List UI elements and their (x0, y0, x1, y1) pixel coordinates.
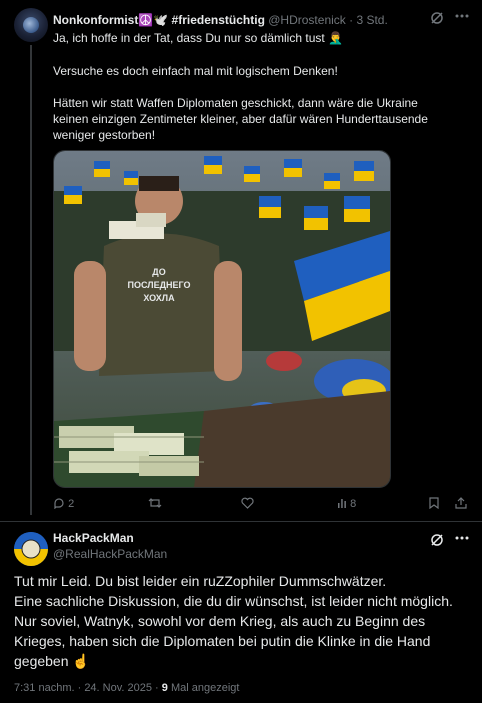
shirt-text-line: ХОХЛА (143, 293, 175, 303)
views-count: 8 (350, 498, 357, 510)
views-icon (338, 499, 346, 508)
reply-views-number: 9 (161, 682, 168, 694)
reply-button[interactable]: 2 (53, 497, 74, 510)
reply-line: Tut mir Leid. Du bist leider ein ruZZoph… (14, 573, 387, 589)
reply-count: 2 (68, 498, 75, 510)
grok-icon[interactable] (430, 11, 444, 28)
reply-author-handle[interactable]: @RealHackPackMan (53, 547, 167, 561)
avatar[interactable] (14, 532, 48, 566)
reply-timestamp[interactable]: 7:31 nachm. · 24. Nov. 2025 · (14, 682, 159, 694)
reply-line: Eine sachliche Diskussion, die du dir wü… (14, 593, 453, 609)
more-icon[interactable] (454, 530, 470, 549)
reply-body: Tut mir Leid. Du bist leider ein ruZZoph… (14, 571, 474, 671)
grok-icon[interactable] (430, 533, 444, 550)
retweet-icon[interactable] (148, 497, 162, 512)
reply-line: gegeben ☝️ (14, 653, 90, 669)
tweet-line: Ja, ich hoffe in der Tat, dass Du nur so… (53, 31, 343, 45)
shirt-text-line: ДО (152, 267, 165, 277)
tweet-line: keinen einzigen Zentimeter kleiner, aber… (53, 112, 428, 126)
tweet-line: Versuche es doch einfach mal mit logisch… (53, 64, 338, 78)
tweet-time[interactable]: · 3 Std. (349, 13, 388, 27)
reply-header: HackPackMan @RealHackPackMan (53, 531, 167, 561)
author-name[interactable]: Nonkonformist☮️🕊️ #friedenstüchtig (53, 13, 265, 27)
share-icon[interactable] (455, 497, 467, 512)
more-icon[interactable] (454, 8, 470, 27)
reply-meta: 7:31 nachm. · 24. Nov. 2025 · 9 Mal ange… (14, 682, 239, 694)
tweet-line: Hätten wir statt Waffen Diplomaten gesch… (53, 96, 418, 110)
parent-tweet[interactable]: Nonkonformist☮️🕊️ #friedenstüchtig @HDro… (0, 0, 482, 521)
shirt-text-line: ПОСЛЕДНЕГО (128, 280, 191, 290)
reply-line: Nur soviel, Watnyk, sowohl vor dem Krieg… (14, 613, 426, 629)
tweet-header: Nonkonformist☮️🕊️ #friedenstüchtig @HDro… (53, 13, 388, 27)
reply-views-label: Mal angezeigt (170, 682, 240, 694)
thread-line (30, 45, 32, 515)
divider (0, 521, 482, 522)
reply-author-name[interactable]: HackPackMan (53, 531, 167, 545)
tweet-image[interactable]: ДО ПОСЛЕДНЕГО ХОХЛА (53, 150, 391, 488)
tweet-line: weniger gestorben! (53, 128, 156, 142)
author-handle[interactable]: @HDrostenick (268, 13, 346, 27)
like-icon[interactable] (241, 497, 254, 512)
views-button[interactable]: 8 (337, 497, 356, 510)
bookmark-icon[interactable] (429, 497, 439, 512)
reply-line: Krieges, haben sich die Diplomaten bei p… (14, 633, 431, 649)
avatar[interactable] (14, 8, 48, 42)
